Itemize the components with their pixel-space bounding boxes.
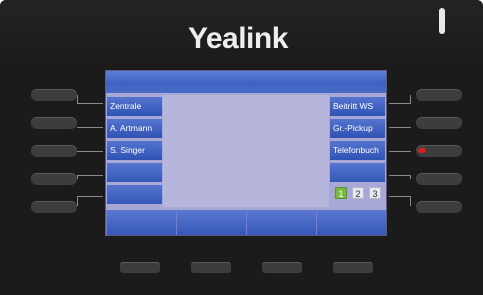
connector-line <box>77 103 103 104</box>
connector-line <box>389 103 411 104</box>
line-key-right-1[interactable] <box>416 89 462 101</box>
connector-line <box>77 95 78 103</box>
page-indicator-2[interactable]: 2 <box>352 187 364 199</box>
connector-line <box>389 151 411 152</box>
line-key-left-4[interactable] <box>31 173 77 185</box>
connector-line <box>77 127 103 128</box>
line-key-left-1[interactable] <box>31 89 77 101</box>
line-key-label-beitritt-ws[interactable]: Beitritt WS <box>330 97 385 116</box>
connector-line <box>77 196 103 197</box>
brand-logo: Yealink <box>188 22 288 55</box>
connector-line <box>389 196 411 197</box>
hardware-softkey-3[interactable] <box>262 262 302 273</box>
connector-line <box>410 95 411 103</box>
page-indicator-1[interactable]: 1 <box>335 187 347 199</box>
connector-line <box>410 175 411 179</box>
line-key-label-empty[interactable] <box>107 185 162 204</box>
ip-phone: Yealink Zentrale A. Artmann S. Singer Be… <box>0 0 483 295</box>
hardware-softkey-2[interactable] <box>191 262 231 273</box>
line-key-label-empty[interactable] <box>107 163 162 182</box>
softkey-2[interactable] <box>177 210 246 235</box>
line-key-label-artmann[interactable]: A. Artmann <box>107 119 162 138</box>
line-key-right-2[interactable] <box>416 117 462 129</box>
connector-line <box>77 151 103 152</box>
page-indicator-3[interactable]: 3 <box>369 187 381 199</box>
line-key-left-3[interactable] <box>31 145 77 157</box>
lcd-screen: Zentrale A. Artmann S. Singer Beitritt W… <box>105 70 387 236</box>
line-key-right-4[interactable] <box>416 173 462 185</box>
screen-title-bar <box>106 71 386 93</box>
connector-line <box>389 127 411 128</box>
line-key-right-5[interactable] <box>416 201 462 213</box>
connector-line <box>77 175 78 179</box>
line-key-left-5[interactable] <box>31 201 77 213</box>
softkey-4[interactable] <box>317 210 386 235</box>
line-key-label-telefonbuch[interactable]: Telefonbuch <box>330 141 385 160</box>
busy-led-indicator <box>418 148 426 153</box>
connector-line <box>410 196 411 206</box>
hardware-softkey-4[interactable] <box>333 262 373 273</box>
connector-line <box>77 196 78 206</box>
connector-line <box>389 175 411 176</box>
line-key-label-empty[interactable] <box>330 163 385 182</box>
softkey-1[interactable] <box>107 210 176 235</box>
line-key-label-zentrale[interactable]: Zentrale <box>107 97 162 116</box>
connector-line <box>77 175 103 176</box>
idle-display-area <box>163 95 329 207</box>
line-key-label-singer[interactable]: S. Singer <box>107 141 162 160</box>
line-key-left-2[interactable] <box>31 117 77 129</box>
message-indicator <box>439 8 445 34</box>
line-key-label-gr-pickup[interactable]: Gr.-Pickup <box>330 119 385 138</box>
hardware-softkey-1[interactable] <box>120 262 160 273</box>
softkey-3[interactable] <box>247 210 316 235</box>
softkey-bar <box>106 210 386 235</box>
